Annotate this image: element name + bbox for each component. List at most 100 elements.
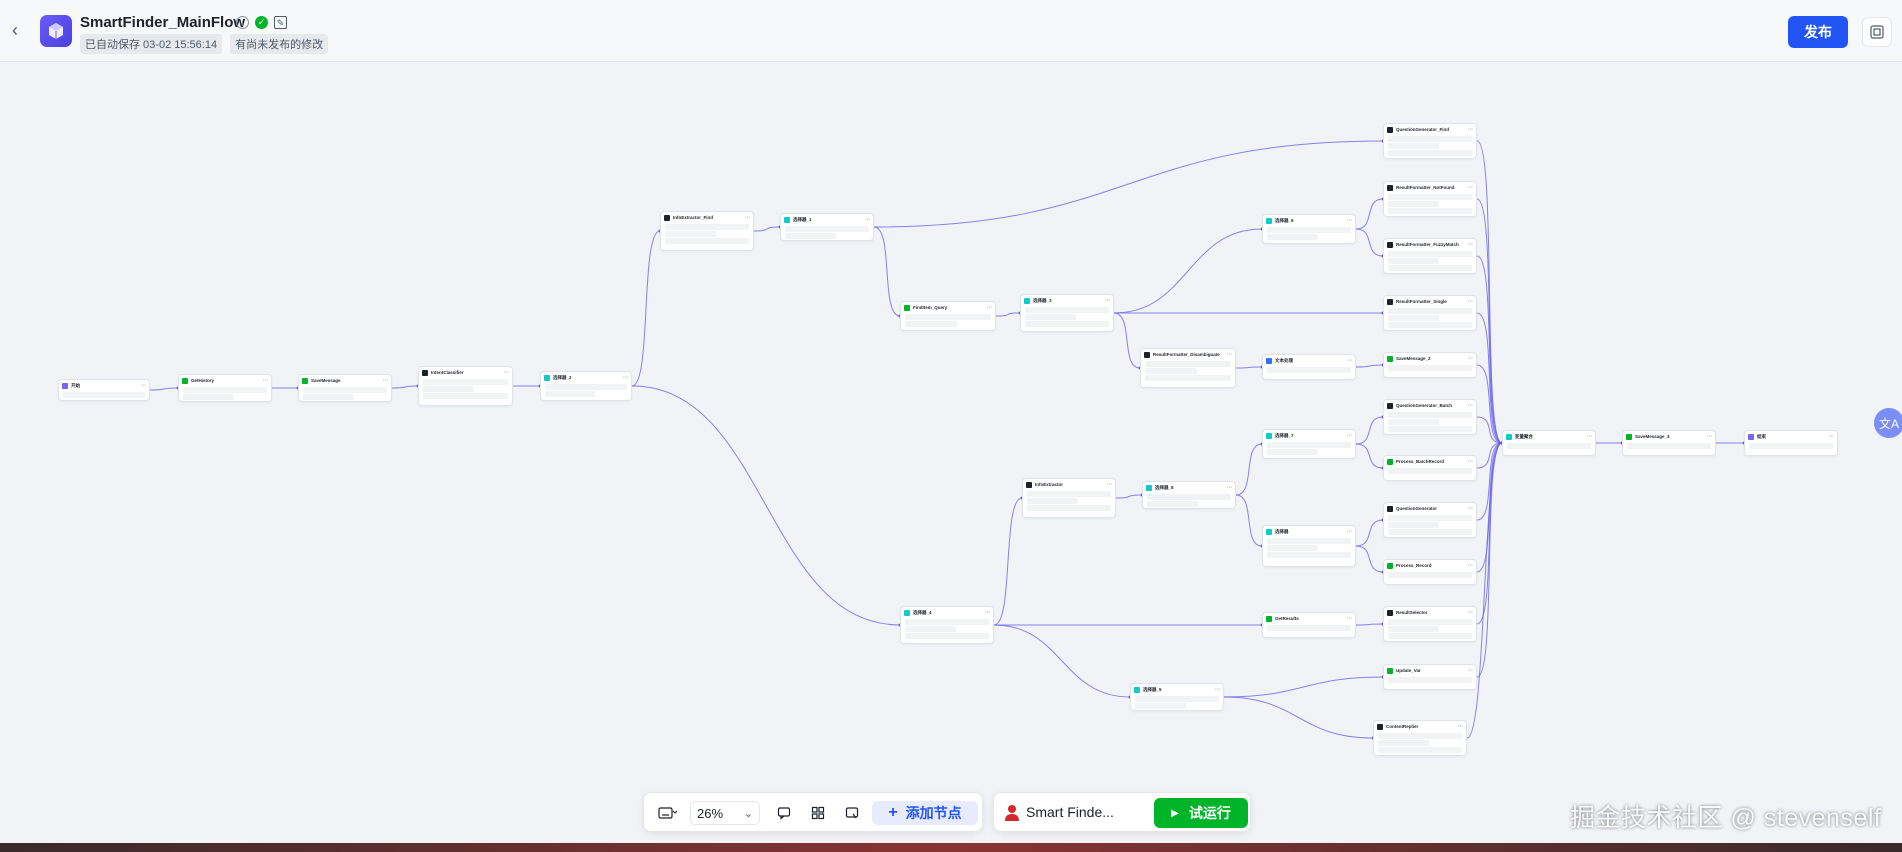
more-icon[interactable]: ··· <box>985 610 990 616</box>
workflow-node[interactable]: 选择器_7 ··· <box>1262 429 1356 459</box>
workflow-node[interactable]: 选择器 ··· <box>1262 525 1356 567</box>
workflow-node[interactable]: GetHistory ··· <box>178 374 272 402</box>
more-icon[interactable]: ··· <box>1707 434 1712 440</box>
workflow-node[interactable]: Process_Record ··· <box>1383 559 1477 585</box>
more-icon[interactable]: ··· <box>1468 185 1473 191</box>
more-icon[interactable]: ··· <box>1227 485 1232 491</box>
workflow-node[interactable]: SaveMessage ··· <box>298 374 392 402</box>
more-icon[interactable]: ··· <box>1468 356 1473 362</box>
more-icon[interactable]: ··· <box>1587 434 1592 440</box>
node-field <box>905 619 989 625</box>
more-icon[interactable]: ··· <box>1468 242 1473 248</box>
node-title: Update_Var <box>1396 668 1421 673</box>
flow-edge <box>1113 228 1263 314</box>
workflow-node[interactable]: 选择器_8 ··· <box>1142 481 1236 509</box>
workflow-node[interactable]: GetResults ··· <box>1262 612 1356 638</box>
publish-button[interactable]: 发布 <box>1788 16 1848 48</box>
node-type-icon <box>1387 355 1393 362</box>
more-icon[interactable]: ··· <box>1347 616 1352 622</box>
node-type-icon <box>1144 351 1150 358</box>
more-icon[interactable]: ··· <box>1215 687 1220 693</box>
info-icon[interactable]: i <box>236 16 249 29</box>
add-node-button[interactable]: + 添加节点 <box>872 801 978 825</box>
more-icon[interactable]: ··· <box>1468 610 1473 616</box>
auto-layout-icon[interactable] <box>806 801 830 825</box>
workflow-node[interactable]: 选择器_6 ··· <box>1262 214 1356 244</box>
more-icon[interactable]: ··· <box>1468 459 1473 465</box>
more-icon[interactable]: ··· <box>623 375 628 381</box>
workflow-node[interactable]: 开始 ··· <box>58 379 150 401</box>
workflow-node[interactable]: ResultFormatter_Disambiguate ··· <box>1140 348 1236 388</box>
more-icon[interactable]: ··· <box>745 215 750 221</box>
workflow-node[interactable]: QuestionGenerator ··· <box>1383 502 1477 538</box>
more-icon[interactable]: ··· <box>1227 352 1232 358</box>
more-icon[interactable]: ··· <box>1468 506 1473 512</box>
comment-icon[interactable] <box>772 801 796 825</box>
workflow-node[interactable]: SaveMessage_3 ··· <box>1622 430 1716 456</box>
layout-toggle-icon[interactable] <box>1862 17 1892 47</box>
node-field <box>303 394 354 400</box>
workflow-node[interactable]: FindItem_Query ··· <box>900 301 996 331</box>
more-icon[interactable]: ··· <box>1458 724 1463 730</box>
more-icon[interactable]: ··· <box>1347 529 1352 535</box>
more-icon[interactable]: ··· <box>1829 434 1834 440</box>
workflow-node[interactable]: ResultSelector ··· <box>1383 606 1477 642</box>
more-icon[interactable]: ··· <box>1105 298 1110 304</box>
workflow-node[interactable]: ResultFormatter_Single ··· <box>1383 295 1477 331</box>
workflow-node[interactable]: 选择器_4 ··· <box>900 606 994 644</box>
add-node-label: 添加节点 <box>905 805 962 821</box>
workflow-node[interactable]: IntentClassifier ··· <box>418 366 513 406</box>
more-icon[interactable]: ··· <box>1468 127 1473 133</box>
workflow-node[interactable]: 选择器_5 ··· <box>1130 683 1224 711</box>
node-title: GetHistory <box>191 378 215 383</box>
node-field <box>1388 258 1439 264</box>
more-icon[interactable]: ··· <box>1468 563 1473 569</box>
more-icon[interactable]: ··· <box>504 370 509 376</box>
workflow-node[interactable]: 选择器_2 ··· <box>540 371 632 401</box>
workflow-node[interactable]: 选择器_3 ··· <box>1020 294 1114 332</box>
fit-view-icon[interactable] <box>840 801 864 825</box>
more-icon[interactable]: ··· <box>1347 218 1352 224</box>
more-icon[interactable]: ··· <box>263 378 268 384</box>
flow-edge <box>631 230 661 387</box>
minimap-toggle-icon[interactable] <box>652 801 684 825</box>
flow-edge <box>873 226 901 317</box>
zoom-select[interactable]: 26% ⌄ <box>690 801 760 825</box>
workflow-node[interactable]: 变量聚合 ··· <box>1502 430 1596 456</box>
workflow-node[interactable]: SaveMessage_2 ··· <box>1383 352 1477 378</box>
flow-edge <box>993 624 1131 698</box>
workflow-node[interactable]: ContentReplier ··· <box>1373 720 1467 756</box>
more-icon[interactable]: ··· <box>1107 482 1112 488</box>
workflow-node[interactable]: 选择器_1 ··· <box>780 213 874 241</box>
node-field <box>1267 234 1318 240</box>
back-arrow-icon[interactable]: ‹ <box>12 21 28 39</box>
workflow-node[interactable]: QuestionGenerator_Find ··· <box>1383 123 1477 159</box>
workflow-node[interactable]: Update_Var ··· <box>1383 664 1477 690</box>
more-icon[interactable]: ··· <box>1468 668 1473 674</box>
translate-icon[interactable]: 文A <box>1874 408 1902 438</box>
workflow-node[interactable]: 文本处理 ··· <box>1262 354 1356 380</box>
more-icon[interactable]: ··· <box>1468 299 1473 305</box>
more-icon[interactable]: ··· <box>865 217 870 223</box>
workflow-node[interactable]: InfoExtractor ··· <box>1022 478 1116 518</box>
flow-edge <box>1235 494 1263 547</box>
node-field <box>1025 314 1076 320</box>
more-icon[interactable]: ··· <box>1468 403 1473 409</box>
edit-icon[interactable]: ✎ <box>274 16 287 29</box>
test-run-button[interactable]: ▶ 试运行 <box>1154 798 1248 828</box>
node-field <box>1388 136 1472 142</box>
workflow-node[interactable]: ResultFormatter_FuzzyMatch ··· <box>1383 238 1477 274</box>
more-icon[interactable]: ··· <box>383 378 388 384</box>
workflow-node[interactable]: QuestionGenerator_Batch ··· <box>1383 399 1477 435</box>
workflow-node[interactable]: ResultFormatter_NotFound ··· <box>1383 181 1477 217</box>
top-header: ‹ SmartFinder_MainFlow i ✓ ✎ 已自动保存 03-02… <box>0 0 1902 62</box>
workflow-node[interactable]: Process_BatchRecord ··· <box>1383 455 1477 481</box>
more-icon[interactable]: ··· <box>1347 358 1352 364</box>
workflow-node[interactable]: InfoExtractor_Find ··· <box>660 211 754 251</box>
more-icon[interactable]: ··· <box>1347 433 1352 439</box>
workflow-node[interactable]: 结束 ··· <box>1744 430 1838 456</box>
node-field <box>1267 227 1351 233</box>
more-icon[interactable]: ··· <box>987 305 992 311</box>
workflow-canvas[interactable]: 开始 ··· GetHistory ··· SaveMessage ··· IntentCl… <box>0 63 1902 843</box>
more-icon[interactable]: ··· <box>141 383 146 389</box>
